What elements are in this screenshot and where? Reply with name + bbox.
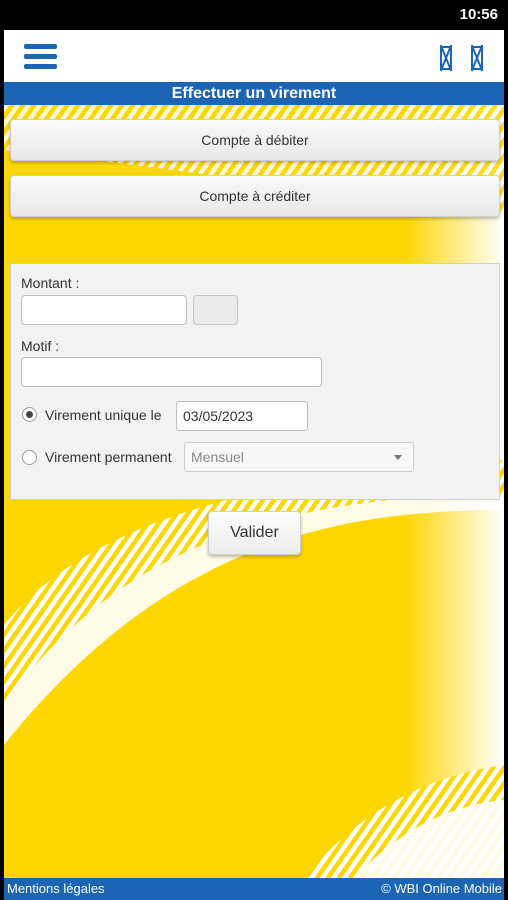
frequency-select[interactable]: Mensuel [184, 442, 414, 472]
debit-account-button[interactable]: Compte à débiter [10, 119, 500, 161]
transfer-date-input[interactable]: 03/05/2023 [176, 401, 308, 431]
menu-icon[interactable] [24, 44, 57, 70]
reason-input[interactable] [21, 357, 322, 387]
page-title: Effectuer un virement [4, 82, 504, 105]
single-transfer-radio[interactable] [22, 407, 37, 422]
top-bar [4, 30, 504, 82]
permanent-transfer-radio[interactable] [22, 450, 37, 465]
missing-glyph-icon[interactable] [471, 46, 483, 70]
chevron-down-icon [394, 455, 402, 460]
amount-input[interactable] [21, 295, 187, 325]
copyright-text: © WBI Online Mobile [381, 881, 502, 896]
main-content: Compte à débiter Compte à créditer Monta… [4, 105, 504, 878]
status-bar: 10:56 [0, 0, 508, 30]
footer: Mentions légales © WBI Online Mobile [4, 878, 504, 900]
currency-field[interactable] [193, 295, 238, 325]
frequency-value: Mensuel [191, 449, 244, 465]
permanent-transfer-label: Virement permanent [45, 449, 172, 465]
app-screen: Effectuer un virement Compte à débiter C… [4, 30, 504, 900]
single-transfer-label: Virement unique le [45, 407, 162, 423]
reason-label: Motif : [21, 338, 60, 354]
amount-label: Montant : [21, 275, 80, 291]
credit-account-button[interactable]: Compte à créditer [10, 175, 500, 217]
legal-notice-link[interactable]: Mentions légales [7, 878, 105, 900]
submit-button[interactable]: Valider [208, 511, 301, 555]
transfer-form-panel: Montant : Motif : Virement unique le 03/… [10, 263, 500, 500]
status-time: 10:56 [459, 6, 498, 23]
missing-glyph-icon[interactable] [440, 46, 452, 70]
